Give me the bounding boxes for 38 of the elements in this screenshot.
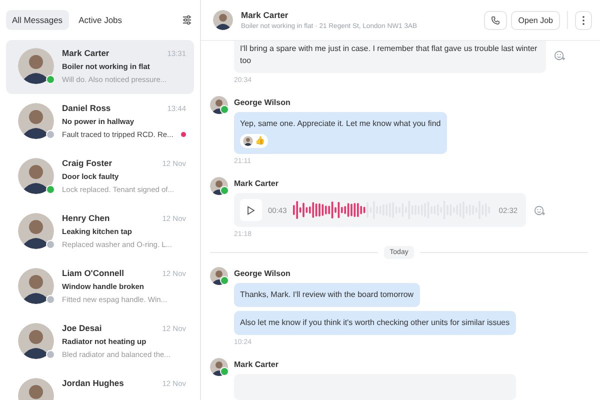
add-reaction-icon[interactable]	[554, 50, 565, 60]
avatar-icon	[18, 158, 54, 194]
message-text: Thanks, Mark. I'll review with the board tomorrow	[240, 290, 414, 299]
call-button[interactable]	[484, 10, 508, 30]
avatar-icon	[18, 103, 54, 139]
contact-name: Craig Foster	[62, 158, 112, 168]
sender-name: George Wilson	[234, 98, 290, 107]
contact-name: Jordan Hughes	[62, 378, 124, 388]
avatar-icon	[18, 48, 54, 84]
open-job-button[interactable]: Open Job	[511, 10, 560, 30]
contact-name: Mark Carter	[241, 10, 290, 20]
contact-name: Liam O'Connell	[62, 268, 124, 278]
contact-name: Mark Carter	[62, 48, 110, 58]
phone-icon	[491, 16, 500, 24]
contact-name: Henry Chen	[62, 213, 110, 223]
avatar-icon	[18, 213, 54, 249]
avatar-icon	[213, 10, 233, 30]
avatar-icon	[243, 136, 253, 146]
play-button[interactable]	[240, 199, 262, 221]
message-text: Yep, same one. Appreciate it. Let me know what you find	[240, 119, 441, 128]
sender-name: Mark Carter	[234, 360, 278, 369]
play-icon	[247, 206, 255, 214]
sender-name: George Wilson	[234, 269, 290, 278]
tab[interactable]: All Messages	[6, 10, 69, 30]
tab[interactable]: Active Jobs	[72, 10, 128, 30]
contact-name: Joe Desai	[62, 323, 102, 333]
message-text: Also let me know if you think it's worth checking other units for similar issues	[240, 318, 510, 327]
more-icon	[582, 16, 585, 24]
message-text: I'll bring a spare with me just in case. I remember that flat gave us trouble last winter too	[240, 44, 538, 65]
avatar-icon	[18, 323, 54, 359]
audio-waveform[interactable]	[292, 199, 493, 221]
add-reaction-icon[interactable]	[534, 204, 545, 216]
more-button[interactable]	[575, 10, 592, 30]
reaction-emoji: 👍	[255, 135, 265, 147]
avatar-icon	[18, 268, 54, 304]
filter-icon[interactable]	[182, 15, 192, 25]
contact-name: Daniel Ross	[62, 103, 111, 113]
sender-name: Mark Carter	[234, 179, 278, 188]
